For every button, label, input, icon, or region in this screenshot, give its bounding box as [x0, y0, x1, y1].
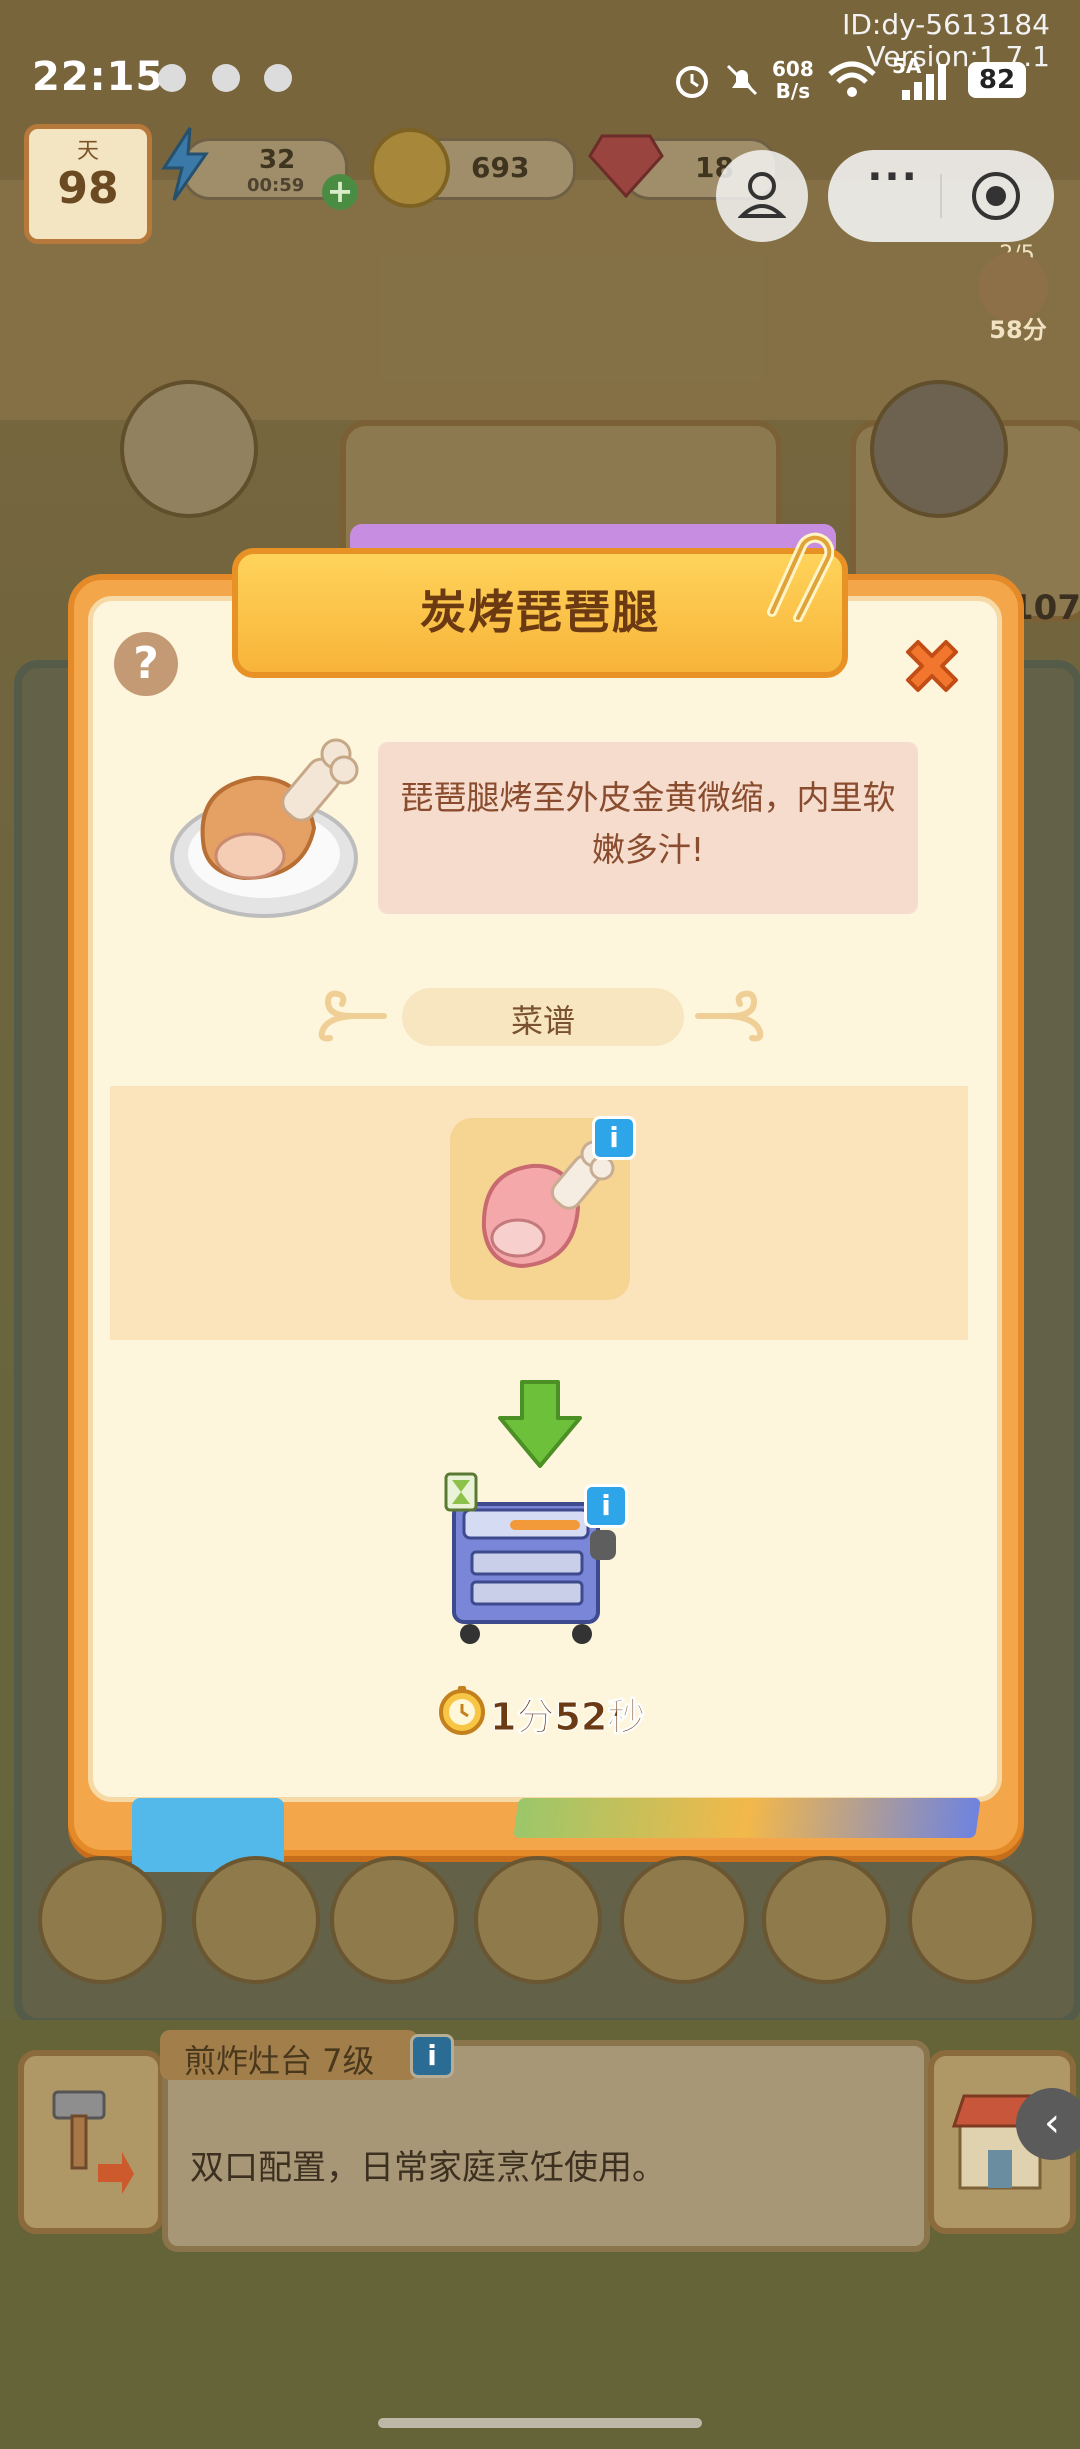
equipment-description: 双口配置，日常家庭烹饪使用。 — [190, 2148, 666, 2188]
home-indicator[interactable] — [378, 2418, 702, 2428]
coin-icon — [370, 128, 450, 208]
item-fishing-rod[interactable] — [474, 1856, 602, 1984]
ingredient-info-button[interactable]: i — [592, 1116, 636, 1160]
cook-time: 1分52秒 — [489, 1695, 646, 1740]
wifi-icon — [828, 61, 876, 97]
item-berry-basket[interactable] — [908, 1856, 1036, 1984]
avatar-button[interactable] — [716, 150, 808, 242]
energy-value: 32 — [259, 145, 296, 175]
build-button[interactable] — [18, 2050, 164, 2234]
energy-bolt-icon — [161, 127, 209, 201]
capsule-divider — [940, 174, 942, 218]
drumstick-dish-icon — [170, 738, 359, 918]
recipe-description: 琵琶腿烤至外皮金黄微缩，内里软嫩多汁! — [400, 778, 896, 869]
down-arrow-icon — [498, 1380, 582, 1468]
day-counter[interactable]: 天 98 — [24, 124, 152, 244]
paperclip-icon — [767, 532, 834, 622]
net-speed-unit: B/s — [775, 79, 811, 103]
status-bar: 22:15 ID:dy-5613184 Version:1.7.1 608 B/… — [0, 0, 1080, 130]
more-menu-button[interactable]: ··· — [848, 154, 938, 200]
signal-icon — [902, 64, 946, 100]
ribbon-decoration — [513, 1798, 981, 1838]
right-swirl-decoration — [695, 990, 764, 1042]
item-meat[interactable] — [620, 1856, 748, 1984]
equipment-info-button[interactable]: i — [410, 2034, 454, 2078]
day-value: 98 — [57, 163, 119, 214]
player-id: ID:dy-5613184 — [842, 8, 1050, 41]
notification-app-icon — [264, 64, 292, 92]
station-info-button[interactable]: i — [584, 1484, 628, 1528]
notification-app-icon — [212, 64, 240, 92]
net-speed-value: 608 — [772, 57, 814, 81]
energy-timer: 00:59 — [247, 175, 305, 196]
item-fruit-basket[interactable] — [762, 1856, 890, 1984]
collapse-arrow-button[interactable]: ‹ — [1016, 2088, 1080, 2160]
close-button[interactable] — [896, 630, 968, 702]
help-button[interactable]: ? — [114, 632, 178, 696]
day-label: 天 — [76, 139, 99, 164]
item-basket[interactable] — [192, 1856, 320, 1984]
hammer-icon — [52, 2090, 134, 2194]
mini-program-capsule: ··· — [828, 150, 1054, 242]
battery-level: 82 — [968, 62, 1026, 98]
add-energy-button[interactable]: + — [322, 174, 358, 210]
equipment-name: 煎炸灶台 7级 — [184, 2042, 375, 2080]
coin-value: 693 — [471, 151, 530, 184]
close-miniprogram-button[interactable] — [970, 170, 1022, 222]
avatar-icon — [738, 172, 786, 218]
item-vegetable-crate[interactable] — [38, 1856, 166, 1984]
item-bucket[interactable] — [330, 1856, 458, 1984]
recipe-label: 菜谱 — [510, 1002, 575, 1040]
order-time: 58分 — [989, 316, 1047, 344]
clock: 22:15 — [32, 54, 165, 100]
mute-icon — [726, 64, 758, 96]
timer-icon — [439, 1686, 485, 1735]
gem-icon — [588, 134, 664, 199]
notification-app-icon — [158, 64, 186, 92]
network-speed: 608 B/s — [772, 58, 814, 102]
alarm-icon — [676, 66, 708, 98]
left-swirl-decoration — [318, 990, 387, 1042]
